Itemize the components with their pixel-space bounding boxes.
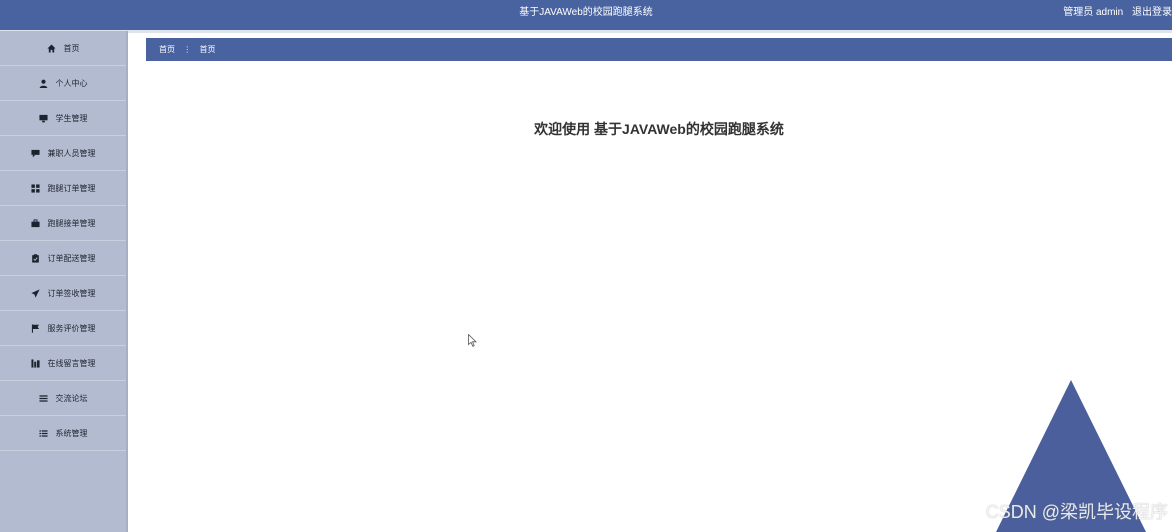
sidebar-item-label: 系统管理 [55,428,88,438]
sidebar-item-forum[interactable]: 交流论坛 [0,381,126,416]
sidebar-item-label: 订单配送管理 [47,253,96,263]
comment-icon [31,148,41,158]
briefcase-icon [31,218,41,228]
watermark: CSDN @梁凯毕设程序 [985,502,1168,522]
welcome-heading: 欢迎使用 基于JAVAWeb的校园跑腿系统 [534,121,784,137]
breadcrumb-home-link[interactable]: 首页 [159,45,175,54]
sidebar-item-label: 首页 [63,43,80,53]
grid-icon [31,183,41,193]
sidebar-item-label: 兼职人员管理 [47,148,96,158]
sidebar-item-personal-center[interactable]: 个人中心 [0,66,126,101]
list-check-icon [39,428,49,438]
sidebar-item-label: 交流论坛 [55,393,88,403]
sidebar-item-system[interactable]: 系统管理 [0,416,126,451]
sidebar-item-label: 学生管理 [55,113,88,123]
flag-icon [31,323,41,333]
home-icon [47,43,57,53]
sidebar-item-order-taking[interactable]: 跑腿接单管理 [0,206,126,241]
sidebar-item-messages[interactable]: 在线留言管理 [0,346,126,381]
sidebar-item-label: 订单签收管理 [47,288,96,298]
app-title: 基于JAVAWeb的校园跑腿系统 [519,7,653,18]
list-icon [39,393,49,403]
sidebar-item-delivery[interactable]: 订单配送管理 [0,241,126,276]
sidebar-item-reviews[interactable]: 服务评价管理 [0,311,126,346]
sidebar-item-home[interactable]: 首页 [0,31,126,66]
logout-link[interactable]: 退出登录 [1132,7,1172,18]
sidebar-item-students[interactable]: 学生管理 [0,101,126,136]
sidebar-item-label: 跑腿订单管理 [47,183,96,193]
breadcrumb: 首页 ⋮ 首页 [146,38,1172,61]
sidebar-item-label: 跑腿接单管理 [47,218,96,228]
clipboard-icon [31,253,41,263]
sidebar-item-signing[interactable]: 订单签收管理 [0,276,126,311]
sidebar-item-parttime[interactable]: 兼职人员管理 [0,136,126,171]
user-label: 管理员 admin [1063,7,1124,18]
sidebar-item-label: 在线留言管理 [47,358,96,368]
sidebar-item-label: 服务评价管理 [47,323,96,333]
user-area: 管理员 admin 退出登录 [1057,0,1172,30]
send-icon [31,288,41,298]
sidebar: 首页 个人中心 学生管理 兼职人员管理 跑腿订单管理 跑腿接单管理 订单配送管理… [0,31,128,532]
top-header-bar: 基于JAVAWeb的校园跑腿系统 管理员 admin 退出登录 [0,0,1172,30]
breadcrumb-separator: ⋮ [183,45,192,54]
chart-icon [31,358,41,368]
header-divider [0,30,1172,33]
sidebar-item-label: 个人中心 [55,78,88,88]
user-icon [39,78,49,88]
monitor-icon [39,113,49,123]
sidebar-item-errand-orders[interactable]: 跑腿订单管理 [0,171,126,206]
breadcrumb-current: 首页 [199,45,216,54]
